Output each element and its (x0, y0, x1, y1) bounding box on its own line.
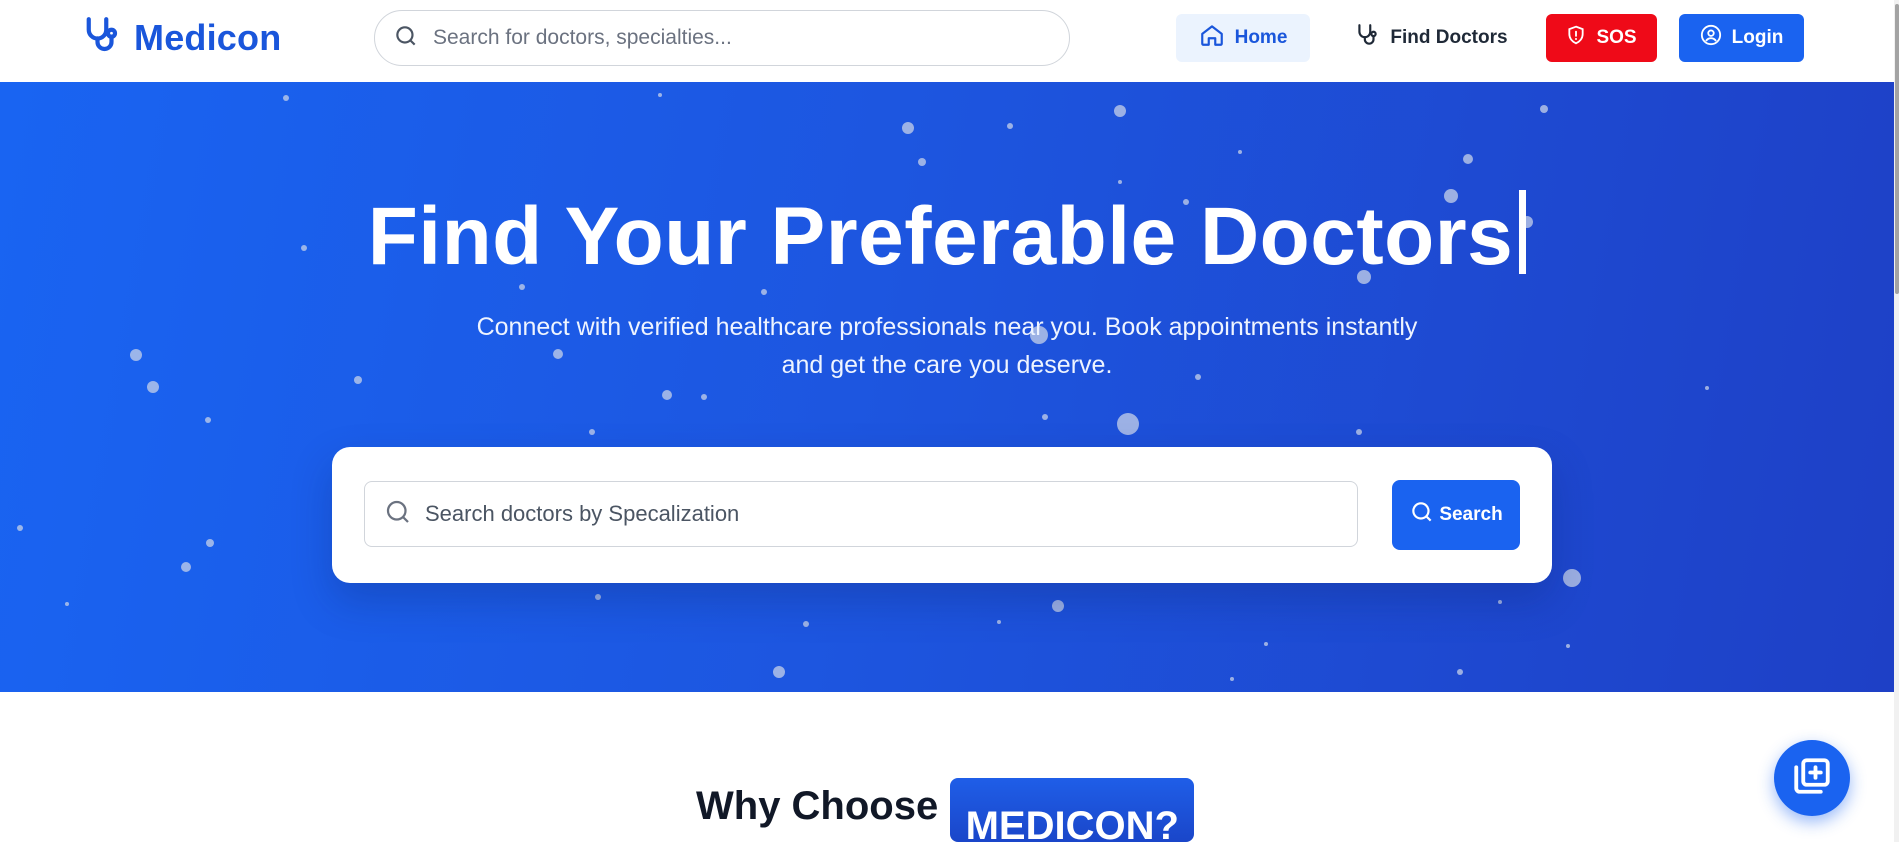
hero-search-button[interactable]: Search (1392, 480, 1520, 550)
stethoscope-icon (1354, 22, 1380, 54)
home-icon (1199, 22, 1225, 54)
add-appointment-icon (1791, 755, 1833, 802)
scrollbar-thumb[interactable] (1895, 4, 1899, 294)
nav-find-doctors-label: Find Doctors (1390, 27, 1508, 48)
top-navbar: Medicon Home Find Doctors SOS Login (0, 0, 1894, 83)
search-icon (393, 23, 419, 54)
hero-subtitle: Connect with verified healthcare profess… (420, 308, 1474, 384)
why-choose-text: Why Choose (696, 784, 939, 828)
search-icon (383, 497, 413, 532)
nav-home-button[interactable]: Home (1176, 14, 1310, 62)
brand-name: Medicon (134, 16, 282, 58)
specialization-search-input[interactable] (423, 500, 1327, 528)
hero-search-button-label: Search (1439, 504, 1503, 525)
nav-home-label: Home (1234, 27, 1288, 48)
nav-find-doctors-button[interactable]: Find Doctors (1346, 14, 1516, 62)
floating-action-button[interactable] (1774, 740, 1850, 816)
brand-logo[interactable]: Medicon (80, 14, 281, 61)
login-button[interactable]: Login (1679, 14, 1804, 62)
hero-particles (17, 93, 1709, 681)
user-circle-icon (1700, 24, 1722, 52)
shield-alert-icon (1566, 25, 1586, 51)
sos-label: SOS (1596, 27, 1637, 48)
stethoscope-icon (80, 14, 122, 61)
search-icon (1409, 499, 1435, 531)
hero-subtitle-line: Connect with verified healthcare profess… (476, 313, 1418, 341)
sos-button[interactable]: SOS (1546, 14, 1657, 62)
nav-search-bar[interactable] (374, 10, 1070, 66)
nav-search-input[interactable] (431, 25, 1035, 51)
hero-search-card: Search (332, 447, 1552, 583)
hero-subtitle-line: and get the care you deserve. (781, 351, 1113, 379)
why-choose-brand-badge: MEDICON? (950, 778, 1195, 842)
specialization-search-field[interactable] (364, 481, 1358, 547)
typing-caret (1519, 190, 1527, 274)
hero-title: Find Your Preferable Doctors (0, 190, 1894, 284)
hero-title-text: Find Your Preferable Doctors (367, 191, 1514, 282)
why-choose-heading: Why Choose MEDICON? (696, 778, 1195, 842)
login-label: Login (1731, 27, 1784, 48)
hero-section: Find Your Preferable Doctors Connect wit… (0, 82, 1894, 692)
